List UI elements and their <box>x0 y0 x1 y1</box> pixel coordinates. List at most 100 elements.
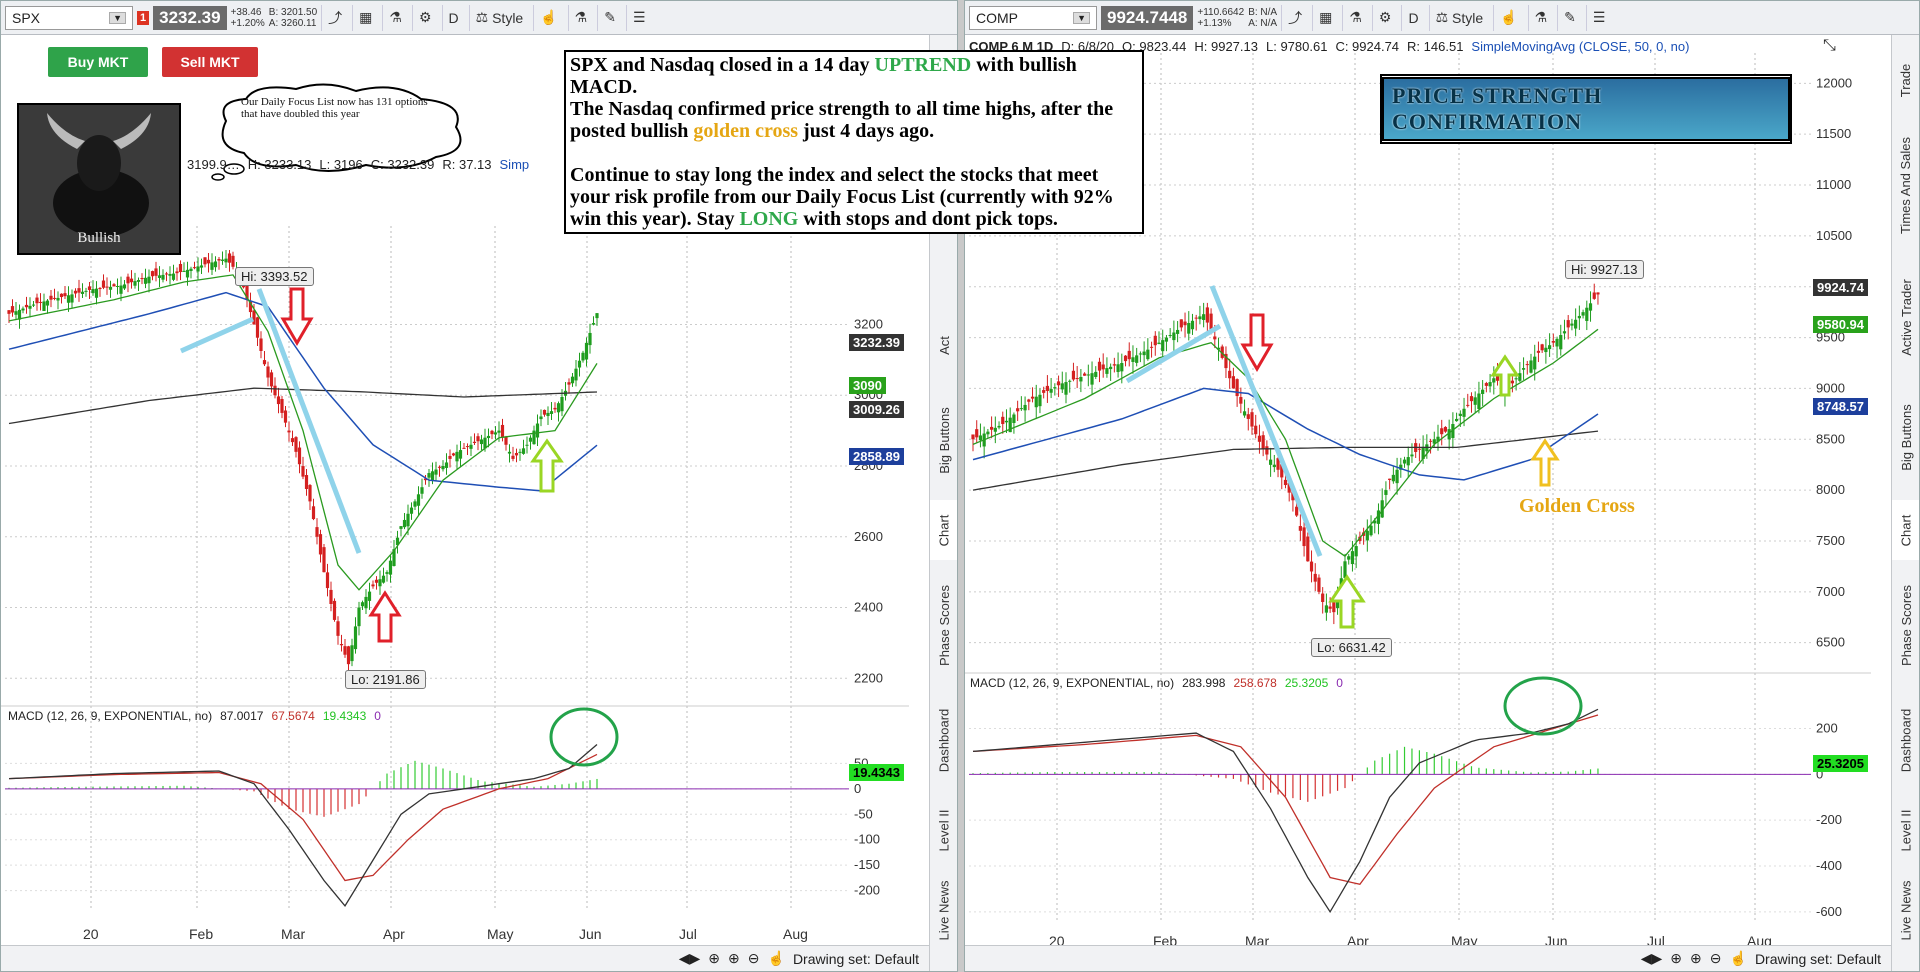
macd-highlight-circle <box>549 707 619 767</box>
candle-body <box>269 372 274 387</box>
candle-body <box>560 397 564 412</box>
side-tab-big-buttons[interactable]: Big Buttons <box>930 385 957 495</box>
zoom-out-icon[interactable]: ⊖ <box>748 950 760 967</box>
candle-body <box>112 284 116 287</box>
candle-body <box>1127 350 1131 360</box>
macd-signal-line <box>8 753 598 882</box>
candle-body <box>1090 373 1094 385</box>
crosshair-icon[interactable]: ⊕ <box>708 950 720 967</box>
scroll-icon[interactable]: ◀▶ <box>1641 950 1663 967</box>
side-tab-phase-scores[interactable]: Phase Scores <box>1892 565 1919 685</box>
zoom-out-icon[interactable]: ⊖ <box>1710 950 1722 967</box>
candle-body <box>217 259 221 261</box>
candle-body <box>528 437 533 442</box>
candle-body <box>567 382 571 385</box>
pan-hand-icon[interactable]: ☝ <box>1730 950 1747 967</box>
candle-body <box>1321 593 1325 602</box>
side-tab-dashboard[interactable]: Dashboard <box>930 690 957 790</box>
candle-body <box>42 301 46 312</box>
candle-body <box>266 366 270 378</box>
macd-panel: 2000-200-400-600 <box>969 708 1842 919</box>
side-tab-label: Live News <box>936 880 952 940</box>
text: just 4 days ago. <box>798 120 935 142</box>
side-tab-live-news[interactable]: Live News <box>930 870 957 950</box>
y-tick-label: 2600 <box>854 529 883 544</box>
side-tab-chart[interactable]: Chart <box>1892 500 1919 560</box>
candle-body <box>1213 336 1217 340</box>
pan-hand-icon[interactable]: ☝ <box>768 950 785 967</box>
sma50-tag: 2858.89 <box>849 448 904 465</box>
candle-body <box>1596 292 1600 295</box>
candle-body <box>1544 347 1548 353</box>
last-price-tag: 3232.39 <box>849 334 904 351</box>
candle-body <box>1109 366 1113 370</box>
candle-body <box>336 621 340 636</box>
banner-text: PRICE STRENGTH CONFIRMATION <box>1382 77 1790 141</box>
time-axis-ticks: 20 Feb Mar Apr May Jun Jul Aug <box>83 926 808 942</box>
candle-body <box>514 452 519 456</box>
side-tab-trade[interactable]: Trade <box>1892 45 1919 115</box>
drawing-set-label[interactable]: Drawing set: Default <box>1755 951 1881 967</box>
commentary-paragraph-3: Continue to stay long the index and sele… <box>570 164 1138 230</box>
side-tab-dashboard[interactable]: Dashboard <box>1892 690 1919 790</box>
macd-y-tick-label: -200 <box>854 883 880 898</box>
candle-body <box>1001 416 1005 425</box>
info-high: H: 3233.13 <box>247 157 312 172</box>
candle-body <box>591 323 596 325</box>
candle-body <box>399 526 403 529</box>
bottom-toolbar: ◀▶ ⊕ ⊕ ⊖ ☝ Drawing set: Default <box>1 945 929 971</box>
x-tick-label: Apr <box>383 926 405 942</box>
candle-body <box>192 267 197 269</box>
candle-body <box>1016 408 1020 412</box>
side-tab-big-buttons[interactable]: Big Buttons <box>1892 380 1919 495</box>
candle-body <box>500 424 505 438</box>
side-tab-level-ii[interactable]: Level II <box>1892 795 1919 865</box>
side-tab-level-ii[interactable]: Level II <box>930 795 957 865</box>
candle-body <box>21 308 25 311</box>
candle-body <box>479 439 484 445</box>
zoom-in-icon[interactable]: ⊕ <box>1690 950 1702 967</box>
macd-signal-value: 67.5674 <box>271 709 315 723</box>
candle-body <box>24 304 29 308</box>
candle-body <box>1309 561 1314 572</box>
side-tab-phase-scores[interactable]: Phase Scores <box>930 565 957 685</box>
candle-body <box>1469 396 1474 402</box>
macd-line <box>972 708 1599 914</box>
candle-body <box>1369 525 1373 536</box>
drawing-set-label[interactable]: Drawing set: Default <box>793 951 919 967</box>
zoom-in-icon[interactable]: ⊕ <box>728 950 740 967</box>
candle-body <box>294 437 298 452</box>
candle-body <box>262 360 267 365</box>
candle-body <box>1042 390 1046 393</box>
candle-body <box>1254 425 1258 435</box>
candle-body <box>1157 342 1161 344</box>
candle-body <box>1350 551 1355 565</box>
scroll-icon[interactable]: ◀▶ <box>679 950 701 967</box>
side-tab-times-and-sales[interactable]: Times And Sales <box>1892 115 1919 255</box>
side-tab-active-trader[interactable]: Active Trader <box>1892 257 1919 377</box>
macd-value: 283.998 <box>1182 676 1226 690</box>
y-tick-label: 7000 <box>1816 584 1845 599</box>
y-tick-label: 7500 <box>1816 533 1845 548</box>
candle-body <box>1064 382 1068 395</box>
candle-body <box>1101 364 1105 370</box>
candle-body <box>409 507 414 514</box>
side-tab-chart[interactable]: Chart <box>930 500 957 560</box>
info-open: 3199.9… <box>187 157 240 172</box>
candle-body <box>413 501 417 507</box>
candle-body <box>1112 364 1116 366</box>
candle-body <box>360 602 365 607</box>
candle-body <box>343 646 347 655</box>
side-tab-live-news[interactable]: Live News <box>1892 870 1919 950</box>
candle-body <box>91 289 95 294</box>
price-axis-ticks: 6500700075008000850090009500100001050011… <box>1816 75 1852 649</box>
candle-body <box>1023 404 1027 411</box>
candle-body <box>1551 340 1555 343</box>
candle-body <box>105 286 109 288</box>
candle-body <box>339 644 344 646</box>
candle-body <box>1034 396 1038 408</box>
candle-body <box>108 286 113 290</box>
side-tab-active-trader[interactable]: Act <box>930 305 957 385</box>
candle-body <box>993 427 997 432</box>
crosshair-icon[interactable]: ⊕ <box>1670 950 1682 967</box>
